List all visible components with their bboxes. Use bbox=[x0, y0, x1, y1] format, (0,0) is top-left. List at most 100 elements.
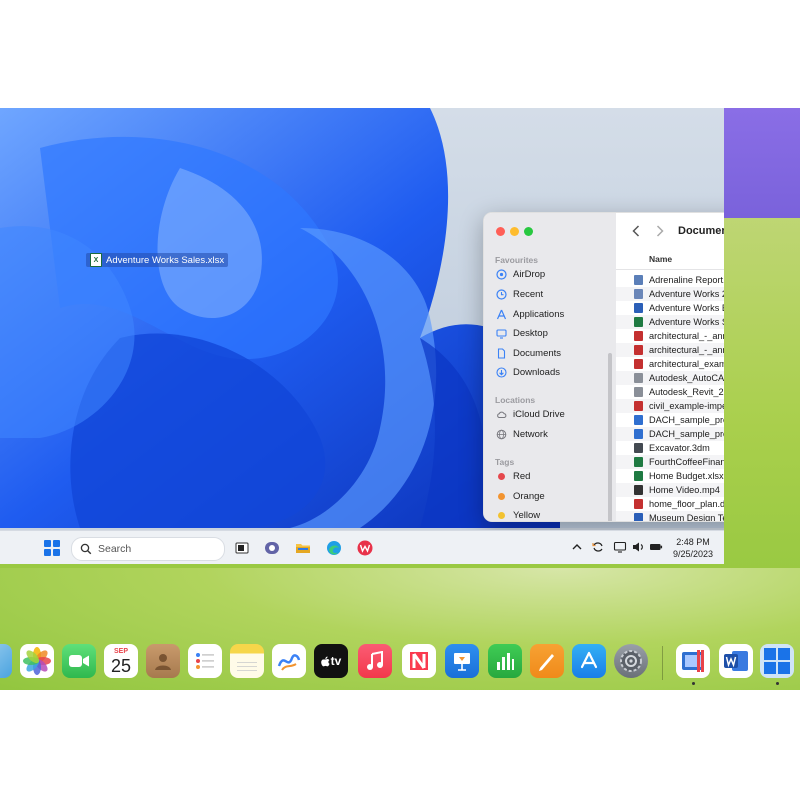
wps-office-icon[interactable] bbox=[356, 539, 374, 557]
display-icon[interactable] bbox=[613, 540, 627, 554]
music-icon[interactable] bbox=[358, 644, 392, 678]
task-view-icon[interactable] bbox=[233, 539, 251, 557]
sidebar-item-icloud-drive[interactable]: iCloud Drive bbox=[496, 406, 565, 422]
windows-vm-window[interactable]: X Adventure Works Sales.xlsx Favourites … bbox=[0, 108, 724, 564]
teams-icon[interactable] bbox=[263, 539, 281, 557]
sidebar-tag-yellow[interactable]: Yellow bbox=[496, 507, 540, 521]
sidebar-item-downloads[interactable]: Downloads bbox=[496, 364, 560, 380]
finder-title: Documents bbox=[678, 225, 724, 237]
file-row[interactable]: Home Budget.xlsx bbox=[616, 469, 724, 483]
file-row[interactable]: FourthCoffeeFinancials 2022.xlsx bbox=[616, 455, 724, 469]
keynote-icon[interactable] bbox=[445, 644, 479, 678]
news-icon[interactable] bbox=[402, 644, 436, 678]
photos-icon[interactable] bbox=[20, 644, 54, 678]
system-settings-icon[interactable] bbox=[614, 644, 648, 678]
file-row[interactable]: Autodesk_Revit_20...etup_webinstall.exe bbox=[616, 385, 724, 399]
file-row[interactable]: DACH_sample_project.rvt bbox=[616, 427, 724, 441]
sidebar-item-label: Recent bbox=[513, 288, 544, 300]
forward-chevron-icon[interactable] bbox=[656, 225, 664, 237]
file-row[interactable]: Autodesk_AutoCAD...etup_webinstall.exe bbox=[616, 371, 724, 385]
file-name: Autodesk_AutoCAD...etup_webinstall.exe bbox=[649, 373, 724, 383]
mac-dock: SEP 25 tv bbox=[0, 638, 800, 688]
chevron-up-icon[interactable] bbox=[570, 540, 584, 554]
calendar-icon[interactable]: SEP 25 bbox=[104, 644, 138, 678]
sync-icon[interactable] bbox=[591, 540, 605, 554]
windows-start-icon[interactable] bbox=[44, 540, 60, 556]
sidebar-item-label: Downloads bbox=[513, 366, 560, 378]
sidebar-item-airdrop[interactable]: AirDrop bbox=[496, 266, 545, 282]
file-row[interactable]: architectural_-_ann...d_multileaders.dwg bbox=[616, 343, 724, 357]
finder-content: Documents Name Adrenaline Report.pptx Adv… bbox=[616, 213, 724, 521]
freeform-icon[interactable] bbox=[272, 644, 306, 678]
notes-icon[interactable] bbox=[230, 644, 264, 678]
finder-dock-icon[interactable] bbox=[0, 644, 12, 678]
file-row[interactable]: Excavator.3dm bbox=[616, 441, 724, 455]
file-row[interactable]: Home Video.mp4 bbox=[616, 483, 724, 497]
word-icon[interactable] bbox=[719, 644, 753, 678]
facetime-icon[interactable] bbox=[62, 644, 96, 678]
excel-file-icon bbox=[634, 317, 643, 327]
calendar-day: 25 bbox=[110, 655, 132, 676]
file-row[interactable]: home_floor_plan.dwg bbox=[616, 497, 724, 511]
installer-icon bbox=[634, 387, 643, 397]
taskbar-clock[interactable]: 2:48 PM 9/25/2023 bbox=[668, 536, 718, 560]
dwg-file-icon bbox=[634, 499, 643, 509]
clock-icon bbox=[496, 288, 507, 300]
file-name: Adventure Works Brochure.docx bbox=[649, 303, 724, 313]
speaker-icon[interactable] bbox=[631, 540, 645, 554]
file-row[interactable]: architectural_-_ann...multileaders (1).d… bbox=[616, 329, 724, 343]
reminders-icon[interactable] bbox=[188, 644, 222, 678]
parallels-icon[interactable] bbox=[676, 644, 710, 678]
file-name: Home Video.mp4 bbox=[649, 485, 720, 495]
file-row[interactable]: DACH_sample_project.0001.rvt bbox=[616, 413, 724, 427]
video-file-icon bbox=[634, 485, 643, 495]
windows-icon[interactable] bbox=[760, 644, 794, 678]
file-row[interactable]: civil_example-imperial.dwg bbox=[616, 399, 724, 413]
sidebar-item-network[interactable]: Network bbox=[496, 426, 548, 442]
contacts-icon[interactable] bbox=[146, 644, 180, 678]
back-chevron-icon[interactable] bbox=[632, 225, 640, 237]
file-row[interactable]: Adventure Works Brochure.docx bbox=[616, 301, 724, 315]
apple-tv-icon[interactable]: tv bbox=[314, 644, 348, 678]
sidebar-item-applications[interactable]: Applications bbox=[496, 306, 564, 322]
desktop-file-label: Adventure Works Sales.xlsx bbox=[106, 254, 225, 266]
cloud-icon bbox=[496, 409, 507, 420]
finder-window[interactable]: Favourites AirDrop Recent Applications D… bbox=[483, 212, 724, 522]
file-name: Home Budget.xlsx bbox=[649, 471, 724, 481]
battery-icon[interactable] bbox=[649, 540, 663, 554]
sidebar-item-label: Red bbox=[513, 470, 531, 482]
sidebar-item-documents[interactable]: Documents bbox=[496, 345, 561, 361]
minimize-button[interactable] bbox=[510, 227, 519, 236]
sidebar-scrollbar[interactable] bbox=[608, 353, 612, 521]
sidebar-item-desktop[interactable]: Desktop bbox=[496, 325, 548, 341]
file-row[interactable]: architectural_example-imperial.dwg bbox=[616, 357, 724, 371]
sidebar-tag-red[interactable]: Red bbox=[496, 468, 530, 484]
close-button[interactable] bbox=[496, 227, 505, 236]
file-name: Adrenaline Report.pptx bbox=[649, 275, 724, 285]
name-column-header[interactable]: Name bbox=[616, 249, 724, 270]
desktop-file-adventure-works-sales[interactable]: X Adventure Works Sales.xlsx bbox=[86, 253, 229, 267]
file-name: civil_example-imperial.dwg bbox=[649, 401, 724, 411]
dock-separator bbox=[662, 646, 663, 680]
taskbar-search-box[interactable]: Search bbox=[71, 537, 225, 561]
sidebar-item-recent[interactable]: Recent bbox=[496, 286, 543, 302]
clock-time: 2:48 PM bbox=[676, 537, 710, 547]
file-name: Museum Design Term Paper.docx bbox=[649, 513, 724, 522]
apple-tv-label: tv bbox=[330, 654, 342, 668]
file-row[interactable]: Adventure Works 2022.pptx bbox=[616, 287, 724, 301]
file-explorer-icon[interactable] bbox=[294, 539, 312, 557]
file-row[interactable]: Adventure Works Sales.xlsx bbox=[616, 315, 724, 329]
file-name: Autodesk_Revit_20...etup_webinstall.exe bbox=[649, 387, 724, 397]
file-row[interactable]: Adrenaline Report.pptx bbox=[616, 273, 724, 287]
word-file-icon bbox=[634, 303, 643, 313]
pages-icon[interactable] bbox=[530, 644, 564, 678]
app-store-icon[interactable] bbox=[572, 644, 606, 678]
file-row[interactable]: Museum Design Term Paper.docx bbox=[616, 511, 724, 522]
numbers-icon[interactable] bbox=[488, 644, 522, 678]
sidebar-tag-orange[interactable]: Orange bbox=[496, 488, 545, 504]
zoom-button[interactable] bbox=[524, 227, 533, 236]
installer-icon bbox=[634, 373, 643, 383]
search-placeholder: Search bbox=[98, 543, 132, 555]
edge-icon[interactable] bbox=[325, 539, 343, 557]
image-file-icon bbox=[634, 275, 643, 285]
